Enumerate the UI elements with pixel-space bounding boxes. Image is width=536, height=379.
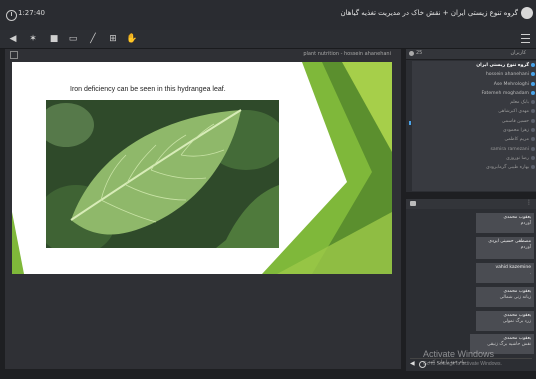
message-text: . bbox=[529, 271, 531, 276]
chat-message: یعقوب محمدی آوردم bbox=[476, 213, 534, 233]
presenter-label: plant nutrition - hossein ahanehani bbox=[303, 51, 391, 57]
user-name: گروه تنوع زیستی ایران bbox=[476, 63, 529, 68]
person-icon bbox=[531, 100, 535, 105]
person-icon bbox=[531, 81, 535, 86]
message-text: زرد برگ نمولی bbox=[502, 319, 531, 324]
person-icon bbox=[531, 63, 535, 67]
users-panel: 25 کاربران گروه تنوع زیستی ایران hossein… bbox=[406, 49, 536, 192]
chat-message: یعقوب محمدی زبانه زنی شمالی bbox=[476, 287, 534, 307]
user-name: hossein ahanehani bbox=[485, 72, 529, 78]
toolbar: ◀ ✶ ■ ▭ ╱ ⊞ ✋ bbox=[0, 30, 536, 49]
screen-icon[interactable]: ▭ bbox=[67, 33, 79, 45]
clock-icon bbox=[6, 10, 17, 21]
message-text: زبانه زنی شمالی bbox=[499, 295, 531, 300]
speaker-icon[interactable]: ◀ bbox=[7, 33, 19, 45]
list-item[interactable]: رضا نوروزی bbox=[412, 154, 536, 163]
list-item[interactable]: بهاره طیبی گرمابرودی bbox=[412, 163, 536, 172]
leaf-image bbox=[46, 100, 279, 248]
message-author: یعقوب محمدی bbox=[503, 336, 532, 341]
person-icon bbox=[531, 90, 535, 95]
user-name: بهاره طیبی گرمابرودی bbox=[486, 165, 529, 171]
activate-windows-title: Activate Windows bbox=[423, 349, 495, 359]
message-author: مصطفی حسینی ایزدی bbox=[488, 239, 531, 244]
list-item[interactable]: زهرا محمودی bbox=[412, 126, 536, 135]
chat-message: مصطفی حسینی ایزدی آوردم bbox=[476, 237, 534, 259]
more-icon[interactable]: ⋮ bbox=[526, 199, 532, 206]
message-text: نقش حاشیه برگ زنبقی bbox=[487, 342, 531, 347]
user-name: مهدی اکبرشاهی bbox=[498, 109, 529, 115]
room-title: گروه تنوع زیستی ایران + نقش خاک در مدیری… bbox=[340, 9, 518, 17]
person-icon bbox=[531, 72, 535, 77]
hand-icon[interactable]: ✋ bbox=[126, 33, 138, 45]
user-name: Fatemeh moghadam bbox=[481, 90, 529, 96]
microphone-active-icon bbox=[409, 121, 411, 125]
user-name: حسین قاسمی bbox=[501, 118, 529, 124]
pen-icon[interactable]: ╱ bbox=[87, 33, 99, 45]
person-icon bbox=[531, 146, 535, 151]
list-item[interactable]: hossein ahanehani bbox=[412, 70, 536, 79]
list-item[interactable]: Ase Mehrologhi bbox=[412, 80, 536, 89]
person-icon bbox=[531, 128, 535, 133]
plus-icon[interactable]: ⊞ bbox=[107, 33, 119, 45]
top-bar: 1:27:40 گروه تنوع زیستی ایران + نقش خاک … bbox=[0, 0, 536, 31]
list-item[interactable]: مریم کاظمی bbox=[412, 135, 536, 144]
chat-header: ⋮ bbox=[406, 199, 536, 209]
person-icon bbox=[531, 118, 535, 123]
user-name: samira ramezani bbox=[490, 146, 529, 152]
list-item[interactable]: بابک معلم bbox=[412, 98, 536, 107]
message-author: یعقوب محمدی bbox=[503, 313, 532, 318]
list-item[interactable]: مهدی اکبرشاهی bbox=[412, 107, 536, 116]
users-icon bbox=[409, 51, 414, 56]
user-name: بابک معلم bbox=[510, 100, 529, 106]
user-name: Ase Mehrologhi bbox=[493, 81, 529, 87]
slide-text: Iron deficiency can be seen in this hydr… bbox=[70, 86, 226, 93]
slide: Iron deficiency can be seen in this hydr… bbox=[12, 62, 392, 274]
user-name: مریم کاظمی bbox=[504, 137, 529, 143]
session-timer: 1:27:40 bbox=[18, 9, 45, 17]
user-icon[interactable] bbox=[521, 7, 533, 19]
person-icon bbox=[531, 155, 535, 160]
list-item[interactable]: Fatemeh moghadam bbox=[412, 89, 536, 98]
users-label: کاربران bbox=[510, 50, 526, 56]
message-text: آوردم bbox=[520, 221, 531, 226]
send-icon[interactable]: ◀ bbox=[410, 360, 415, 367]
chat-message: vahid kazemine . bbox=[476, 263, 534, 283]
message-author: یعقوب محمدی bbox=[503, 215, 532, 220]
menu-icon[interactable] bbox=[521, 34, 530, 43]
message-author: vahid kazemine bbox=[495, 265, 531, 270]
users-count: 25 bbox=[416, 50, 423, 56]
fullscreen-icon[interactable] bbox=[10, 51, 18, 59]
message-author: یعقوب محمدی bbox=[503, 289, 532, 294]
chat-message: یعقوب محمدی زرد برگ نمولی bbox=[476, 311, 534, 331]
user-list: گروه تنوع زیستی ایران hossein ahanehani … bbox=[412, 61, 536, 191]
microphone-icon[interactable]: ✶ bbox=[27, 33, 39, 45]
user-name: رضا نوروزی bbox=[506, 155, 529, 161]
camera-icon[interactable]: ■ bbox=[48, 33, 60, 45]
list-item[interactable]: حسین قاسمی bbox=[412, 117, 536, 126]
chat-panel: ⋮ یعقوب محمدی آوردم مصطفی حسینی ایزدی آو… bbox=[406, 199, 536, 371]
user-name: زهرا محمودی bbox=[502, 128, 529, 134]
list-item[interactable]: گروه تنوع زیستی ایران bbox=[412, 61, 536, 70]
person-icon bbox=[531, 109, 535, 114]
message-text: آوردم bbox=[520, 245, 531, 250]
chat-icon bbox=[410, 201, 416, 206]
person-icon bbox=[531, 137, 535, 142]
person-icon bbox=[531, 165, 535, 170]
activate-windows-subtitle: Go to Settings to activate Windows. bbox=[423, 361, 502, 367]
list-item[interactable]: samira ramezani bbox=[412, 145, 536, 154]
users-header: 25 کاربران bbox=[406, 49, 536, 60]
